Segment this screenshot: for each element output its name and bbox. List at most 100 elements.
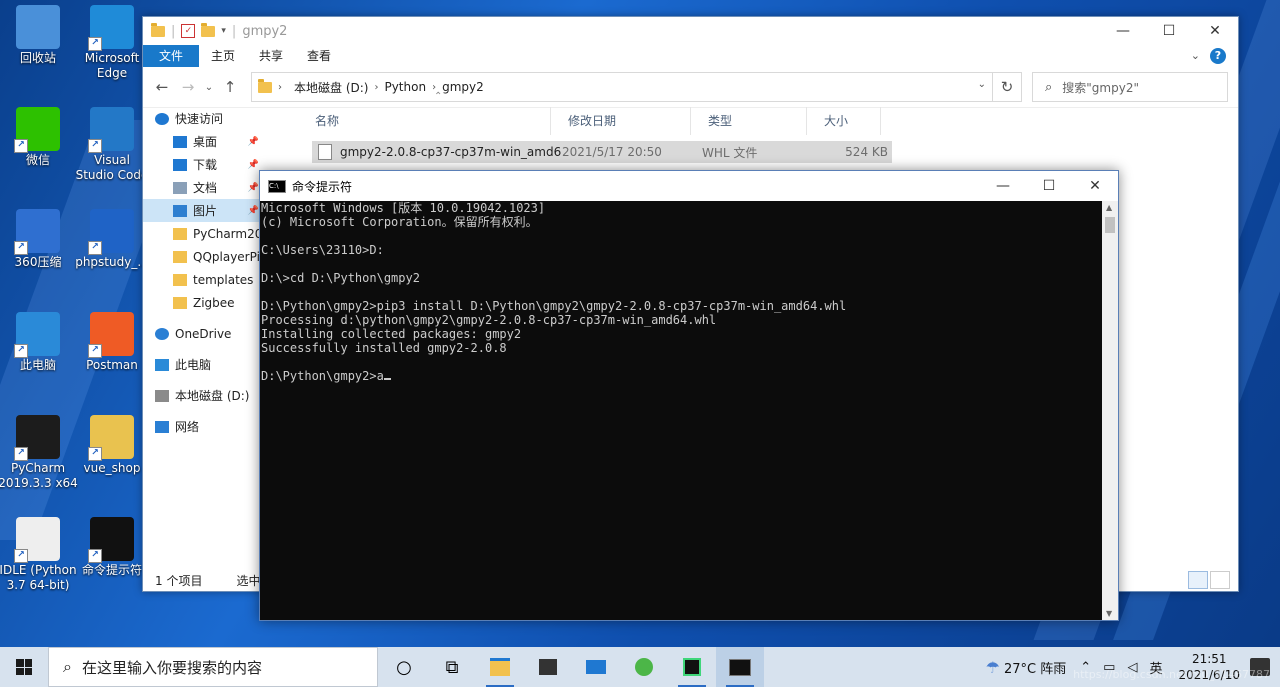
pycharm-taskbar-icon[interactable]	[668, 647, 716, 687]
cmd-maximize-button[interactable]: ☐	[1026, 172, 1072, 200]
mail-icon[interactable]	[572, 647, 620, 687]
customize-toolbar-chevron-icon[interactable]: ▾	[221, 26, 226, 36]
column-name[interactable]: 名称	[298, 107, 551, 135]
cmd-console-output[interactable]: Microsoft Windows [版本 10.0.19042.1023] (c…	[260, 201, 1102, 620]
breadcrumb-python[interactable]: Python	[378, 80, 432, 94]
sidebar-item-label: 文档	[193, 181, 218, 195]
scroll-up-arrow-icon[interactable]: ▲	[1106, 203, 1112, 212]
column-size[interactable]: 大小	[807, 107, 881, 135]
maximize-button[interactable]: ☐	[1146, 17, 1192, 45]
star-icon	[155, 112, 169, 125]
up-arrow-icon[interactable]: ↑	[217, 78, 243, 96]
expand-ribbon-chevron-icon[interactable]: ⌄	[1191, 49, 1200, 62]
taskbar-search-box[interactable]: ⌕ 在这里输入你要搜索的内容	[48, 647, 378, 687]
scroll-down-arrow-icon[interactable]: ▼	[1106, 609, 1112, 618]
sidebar-item-3[interactable]: 文档 📌	[143, 176, 265, 199]
cmd-close-button[interactable]: ✕	[1072, 172, 1118, 200]
python-icon: ↗	[14, 517, 60, 563]
weather-icon[interactable]: ☂	[986, 658, 1000, 677]
zip-icon: ↗	[14, 209, 60, 255]
pin-icon: 📌	[247, 182, 259, 193]
sidebar-item-8[interactable]: Zigbee	[143, 291, 265, 314]
breadcrumb-gmpy2[interactable]: gmpy2	[436, 80, 490, 94]
back-arrow-icon[interactable]: ←	[149, 78, 175, 96]
file-row[interactable]: gmpy2-2.0.8-cp37-cp37m-win_amd6... 2021/…	[312, 141, 892, 163]
shortcut-arrow-icon: ↗	[88, 37, 102, 51]
details-view-icon[interactable]	[1188, 571, 1208, 589]
start-button[interactable]	[0, 647, 48, 687]
shortcut-arrow-icon: ↗	[14, 139, 28, 153]
breadcrumb-drive[interactable]: 本地磁盘 (D:)	[288, 79, 374, 96]
console-prompt[interactable]: D:\Python\gmpy2>a	[261, 369, 1102, 383]
console-line: D:\>cd D:\Python\gmpy2	[261, 271, 420, 285]
sidebar-item-1[interactable]: 桌面 📌	[143, 130, 265, 153]
wechat-icon: ↗	[14, 107, 60, 153]
file-type: WHL 文件	[702, 145, 758, 160]
sidebar-item-6[interactable]: QQplayerPic	[143, 245, 265, 268]
search-icon: ⌕	[1045, 79, 1053, 95]
close-button[interactable]: ✕	[1192, 17, 1238, 45]
computer-icon	[155, 358, 169, 371]
vscode-icon: ↗	[88, 107, 134, 153]
item-count: 1 个项目	[155, 573, 203, 588]
store-icon[interactable]	[524, 647, 572, 687]
prompt-text: D:\Python\gmpy2>a	[261, 369, 384, 383]
address-dropdown-chevron-icon[interactable]: ⌄	[978, 79, 986, 90]
tab-view[interactable]: 查看	[295, 45, 343, 67]
sidebar-item-11[interactable]: 本地磁盘 (D:)	[143, 384, 265, 407]
phpstudy-icon: ↗	[88, 209, 134, 255]
task-view-icon[interactable]: ⧉	[428, 647, 476, 687]
postman-icon: ↗	[88, 312, 134, 358]
sidebar-item-label: 本地磁盘 (D:)	[175, 389, 250, 403]
sidebar-item-label: 网络	[175, 420, 200, 434]
sidebar-item-12[interactable]: 网络	[143, 415, 265, 438]
sidebar-item-label: OneDrive	[175, 326, 232, 341]
tab-file[interactable]: 文件	[143, 45, 200, 67]
console-line: Successfully installed gmpy2-2.0.8	[261, 341, 507, 355]
cmd-titlebar[interactable]: C:\ 命令提示符 — ☐ ✕	[260, 171, 1118, 201]
weather-text[interactable]: 27°C 阵雨	[1004, 658, 1066, 677]
cmd-taskbar-icon[interactable]	[716, 647, 764, 687]
shortcut-arrow-icon: ↗	[88, 344, 102, 358]
address-bar[interactable]: › 本地磁盘 (D:) › Python › gmpy2 ⌄	[251, 72, 993, 102]
cmd-scrollbar[interactable]: ▲ ▼	[1102, 201, 1118, 620]
tab-share[interactable]: 共享	[247, 45, 295, 67]
shortcut-arrow-icon: ↗	[88, 241, 102, 255]
minimize-button[interactable]: —	[1100, 17, 1146, 45]
network-icon	[155, 420, 169, 433]
column-type[interactable]: 类型	[691, 107, 807, 135]
windows-logo-icon	[16, 659, 32, 675]
large-icons-view-icon[interactable]	[1210, 571, 1230, 589]
sidebar-item-10[interactable]: 此电脑	[143, 353, 265, 376]
sidebar-item-label: PyCharm20	[193, 226, 263, 241]
sidebar-item-9[interactable]: OneDrive	[143, 322, 265, 345]
computer-icon: ↗	[14, 312, 60, 358]
properties-icon[interactable]: ✓	[181, 24, 196, 38]
tab-home[interactable]: 主页	[199, 45, 247, 67]
recent-locations-chevron-icon[interactable]: ⌄	[201, 82, 217, 93]
column-headers: ⌃ 名称 修改日期 类型 大小	[298, 91, 1238, 135]
sidebar-item-4[interactable]: 图片 📌	[143, 199, 265, 222]
360-browser-icon[interactable]	[620, 647, 668, 687]
navigation-pane: 快速访问 桌面 📌 下载 📌 文档 📌 图片 📌 PyCharm20 QQplayerPic temp…	[143, 107, 265, 571]
new-folder-icon[interactable]	[201, 22, 216, 37]
scroll-thumb[interactable]	[1105, 217, 1115, 233]
file-date: 2021/5/17 20:50	[562, 145, 662, 159]
help-icon[interactable]: ?	[1210, 48, 1226, 64]
forward-arrow-icon[interactable]: →	[175, 78, 201, 96]
cmd-minimize-button[interactable]: —	[980, 172, 1026, 200]
sidebar-item-0[interactable]: 快速访问	[143, 107, 265, 130]
cortana-icon[interactable]: ○	[380, 647, 428, 687]
sidebar-item-5[interactable]: PyCharm20	[143, 222, 265, 245]
explorer-titlebar[interactable]: | ✓ ▾ | gmpy2 — ☐ ✕	[143, 17, 1238, 45]
column-date-modified[interactable]: 修改日期	[551, 107, 691, 135]
file-icon	[318, 144, 332, 160]
file-explorer-taskbar-icon[interactable]	[476, 647, 524, 687]
search-input[interactable]: ⌕ 搜索"gmpy2"	[1032, 72, 1228, 102]
refresh-icon[interactable]: ↻	[993, 72, 1022, 102]
sidebar-item-2[interactable]: 下载 📌	[143, 153, 265, 176]
sidebar-item-7[interactable]: templates	[143, 268, 265, 291]
folder-icon	[173, 296, 187, 309]
recycle-bin-icon	[16, 5, 60, 49]
